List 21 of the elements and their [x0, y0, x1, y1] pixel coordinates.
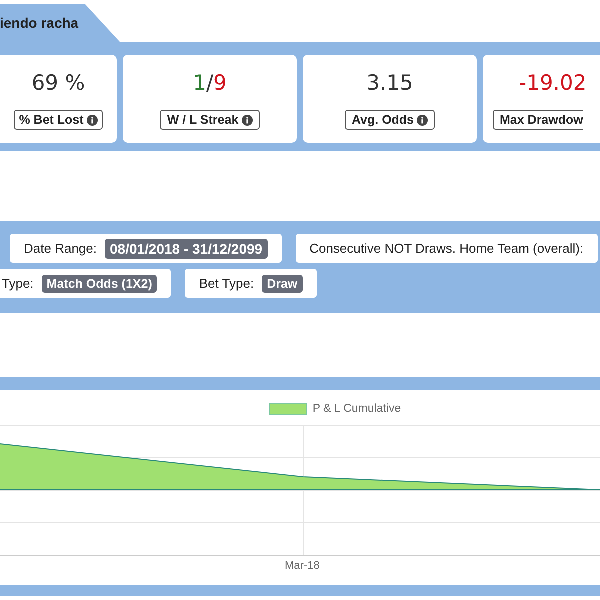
- axis-label: Mar-18: [285, 560, 320, 572]
- filter-label: Type:: [2, 276, 34, 291]
- filter-label: Date Range:: [24, 241, 97, 256]
- stat-value: 1/9: [193, 71, 227, 97]
- info-icon[interactable]: [417, 114, 428, 126]
- filter-label: Consecutive NOT Draws. Home Team (overall):: [310, 241, 584, 256]
- stat-label: Max Drawdow: [493, 110, 584, 130]
- stat-value: 3.15: [366, 71, 414, 97]
- stat-value: -19.02: [519, 71, 587, 97]
- filter-value: Match Odds (1X2): [42, 274, 158, 292]
- legend-label: P & L Cumulative: [312, 403, 402, 415]
- filter-value: 08/01/2018 - 31/12/2099: [105, 238, 268, 258]
- filter-value: Draw: [262, 274, 303, 292]
- info-icon[interactable]: [86, 114, 98, 126]
- stat-value: 69 %: [32, 71, 86, 97]
- filter-label: Bet Type:: [199, 276, 254, 291]
- stat-label: Avg. Odds: [344, 110, 436, 130]
- tab[interactable]: iendo racha: [0, 4, 120, 42]
- stat-label: W / L Streak: [160, 110, 260, 130]
- stat-label: % Bet Lost: [14, 110, 103, 130]
- info-icon[interactable]: [242, 114, 253, 126]
